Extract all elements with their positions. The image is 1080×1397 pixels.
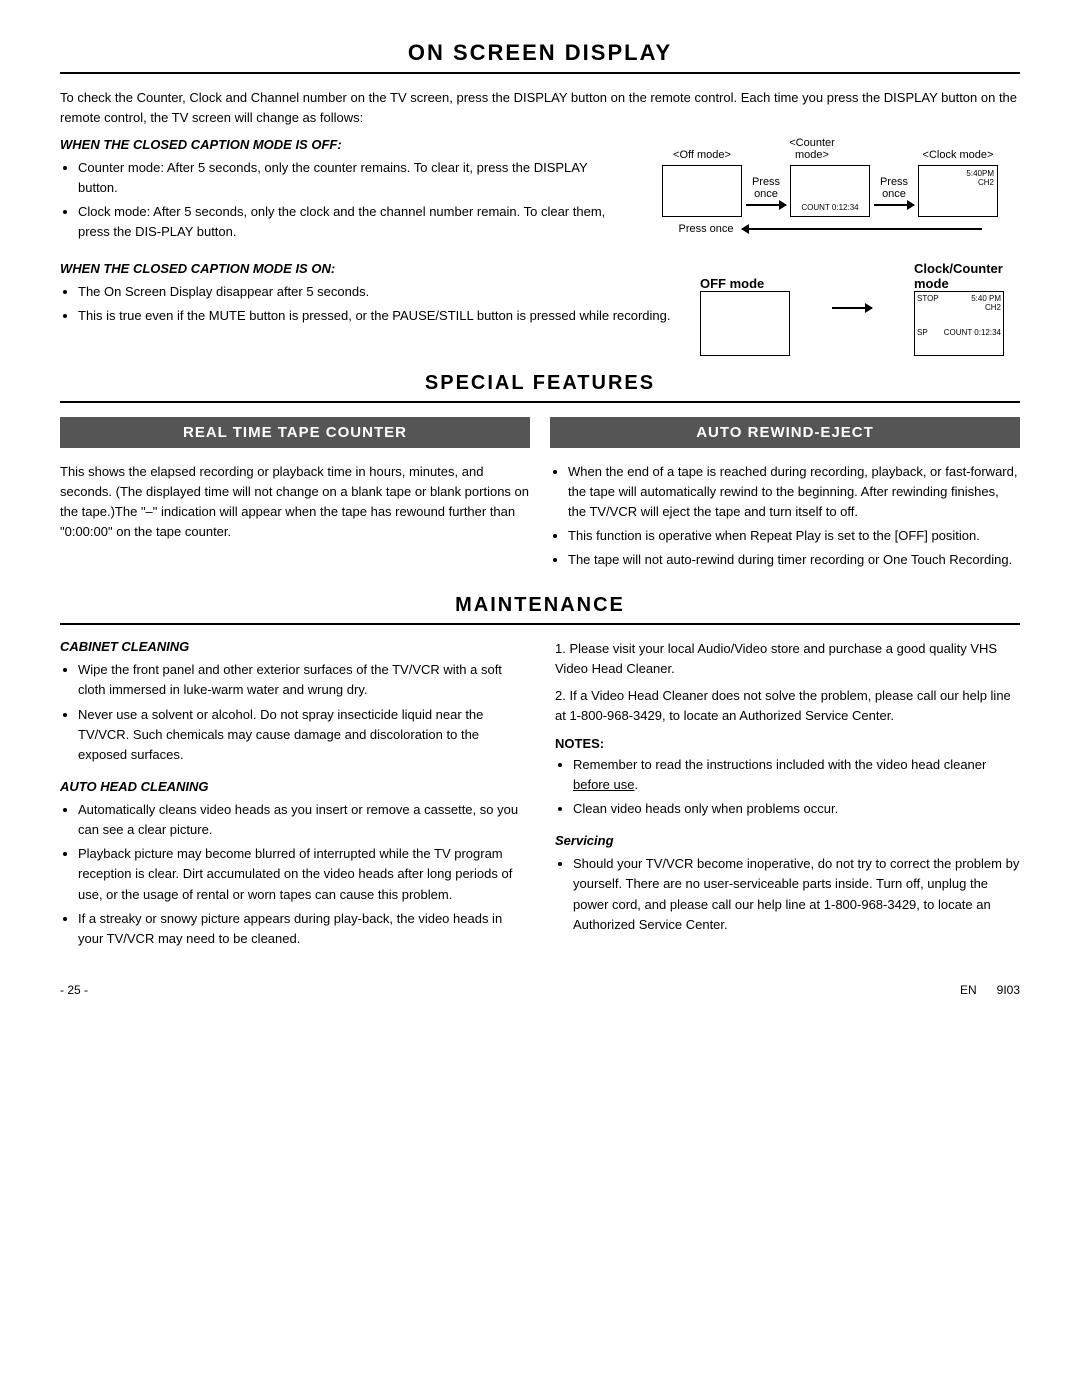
off-mode-label: <Off mode> xyxy=(662,149,742,161)
notes-label: NOTES: xyxy=(555,736,1020,751)
list-item: Remember to read the instructions includ… xyxy=(573,755,1020,795)
special-features-title: SPECIAL FEATURES xyxy=(60,372,1020,403)
clock-mode-box: 5:40PM CH2 xyxy=(918,165,998,217)
off-box-cc xyxy=(700,291,790,356)
cc-stop: STOP xyxy=(917,294,939,303)
press-label-1: Press xyxy=(752,176,780,188)
list-item: If a streaky or snowy picture appears du… xyxy=(78,909,525,949)
real-time-text: This shows the elapsed recording or play… xyxy=(60,462,530,543)
cc-on-heading: WHEN THE CLOSED CAPTION MODE IS ON: xyxy=(60,261,680,276)
cc-count: COUNT 0:12:34 xyxy=(944,328,1001,337)
list-item: 1. Please visit your local Audio/Video s… xyxy=(555,639,1020,679)
list-item: Playback picture may become blurred of i… xyxy=(78,844,525,904)
page-title: ON SCREEN DISPLAY xyxy=(60,40,1020,74)
intro-text: To check the Counter, Clock and Channel … xyxy=(60,88,1020,127)
clock-ch: CH2 xyxy=(978,178,994,187)
maint-left-col: CABINET CLEANING Wipe the front panel an… xyxy=(60,639,525,953)
auto-head-heading: AUTO HEAD CLEANING xyxy=(60,779,525,794)
cabinet-heading: CABINET CLEANING xyxy=(60,639,525,654)
cc-ch: CH2 xyxy=(985,303,1001,312)
cc-time: 5:40 PM xyxy=(971,294,1001,303)
footer-code: 9I03 xyxy=(997,983,1020,997)
maintenance-content: CABINET CLEANING Wipe the front panel an… xyxy=(60,639,1020,953)
arrow-right-2 xyxy=(874,204,914,206)
cc-off-heading: WHEN THE CLOSED CAPTION MODE IS OFF: xyxy=(60,137,620,152)
list-item: This function is operative when Repeat P… xyxy=(568,526,1020,546)
numbered-item-2: If a Video Head Cleaner does not solve t… xyxy=(555,688,1011,723)
footer: - 25 - EN 9I03 xyxy=(60,983,1020,997)
list-item: Never use a solvent or alcohol. Do not s… xyxy=(78,705,525,765)
list-item: The On Screen Display disappear after 5 … xyxy=(78,282,680,302)
list-item: Clean video heads only when problems occ… xyxy=(573,799,1020,819)
counter-mode-box: COUNT 0:12:34 xyxy=(790,165,870,217)
press-once-1: Press once xyxy=(746,176,786,206)
press-once-bottom: Press once xyxy=(678,223,733,235)
list-item: Automatically cleans video heads as you … xyxy=(78,800,525,840)
footer-lang: EN xyxy=(960,983,977,997)
clock-counter-box: STOP 5:40 PM CH2 SP COUNT 0:12:34 xyxy=(914,291,1004,356)
press-label-3: Press xyxy=(880,176,908,188)
maint-numbered-list: 1. Please visit your local Audio/Video s… xyxy=(555,639,1020,726)
auto-rewind-list: When the end of a tape is reached during… xyxy=(550,462,1020,571)
notes-list: Remember to read the instructions includ… xyxy=(555,755,1020,819)
off-mode-box xyxy=(662,165,742,217)
auto-rewind-content: When the end of a tape is reached during… xyxy=(550,462,1020,575)
clock-time: 5:40PM xyxy=(966,169,994,178)
off-mode-label-cc: OFF mode xyxy=(700,276,790,291)
list-item: Counter mode: After 5 seconds, only the … xyxy=(78,158,620,198)
press-once-2: Press once xyxy=(874,176,914,206)
cc-arrow xyxy=(832,307,872,309)
maintenance-title: MAINTENANCE xyxy=(60,594,1020,625)
arrow-right-1 xyxy=(746,204,786,206)
display-diagram: <Off mode> <Counter mode> <Clock mode> P… xyxy=(640,137,1020,235)
clock-mode-label: <Clock mode> xyxy=(923,149,994,161)
cc-on-list: The On Screen Display disappear after 5 … xyxy=(60,282,680,326)
servicing-list: Should your TV/VCR become inoperative, d… xyxy=(555,854,1020,935)
counter-mode-label: <Counter mode> xyxy=(772,137,852,161)
diagram-boxes-row: Press once COUNT 0:12:34 Press once 5:40… xyxy=(662,165,998,217)
real-time-content: This shows the elapsed recording or play… xyxy=(60,462,530,575)
features-content: This shows the elapsed recording or play… xyxy=(60,462,1020,575)
cc-sp: SP xyxy=(917,328,928,337)
list-item: When the end of a tape is reached during… xyxy=(568,462,1020,522)
diagram-bottom-row: Press once xyxy=(640,223,1020,235)
cc-off-list: Counter mode: After 5 seconds, only the … xyxy=(60,158,620,243)
page-number: - 25 - xyxy=(60,983,88,997)
clock-counter-label: Clock/Counter mode xyxy=(914,261,1020,291)
counter-text: COUNT 0:12:34 xyxy=(801,203,858,212)
auto-rewind-header: AUTO REWIND-EJECT xyxy=(550,417,1020,448)
press-label-4: once xyxy=(882,188,906,200)
list-item: This is true even if the MUTE button is … xyxy=(78,306,680,326)
cc-on-diagram: OFF mode Clock/Counter mode STOP 5:40 PM… xyxy=(700,261,1020,356)
auto-head-list: Automatically cleans video heads as you … xyxy=(60,800,525,949)
list-item: Clock mode: After 5 seconds, only the cl… xyxy=(78,202,620,242)
press-label-2: once xyxy=(754,188,778,200)
list-item: 2. If a Video Head Cleaner does not solv… xyxy=(555,686,1020,726)
special-features-headers: REAL TIME TAPE COUNTER AUTO REWIND-EJECT xyxy=(60,417,1020,448)
servicing-heading: Servicing xyxy=(555,833,1020,848)
numbered-item-1: Please visit your local Audio/Video stor… xyxy=(555,641,997,676)
before-use-text: before use xyxy=(573,777,634,792)
list-item: The tape will not auto-rewind during tim… xyxy=(568,550,1020,570)
back-arrow xyxy=(742,228,982,230)
list-item: Should your TV/VCR become inoperative, d… xyxy=(573,854,1020,935)
real-time-header: REAL TIME TAPE COUNTER xyxy=(60,417,530,448)
list-item: Wipe the front panel and other exterior … xyxy=(78,660,525,700)
cabinet-list: Wipe the front panel and other exterior … xyxy=(60,660,525,765)
maint-right-col: 1. Please visit your local Audio/Video s… xyxy=(555,639,1020,953)
